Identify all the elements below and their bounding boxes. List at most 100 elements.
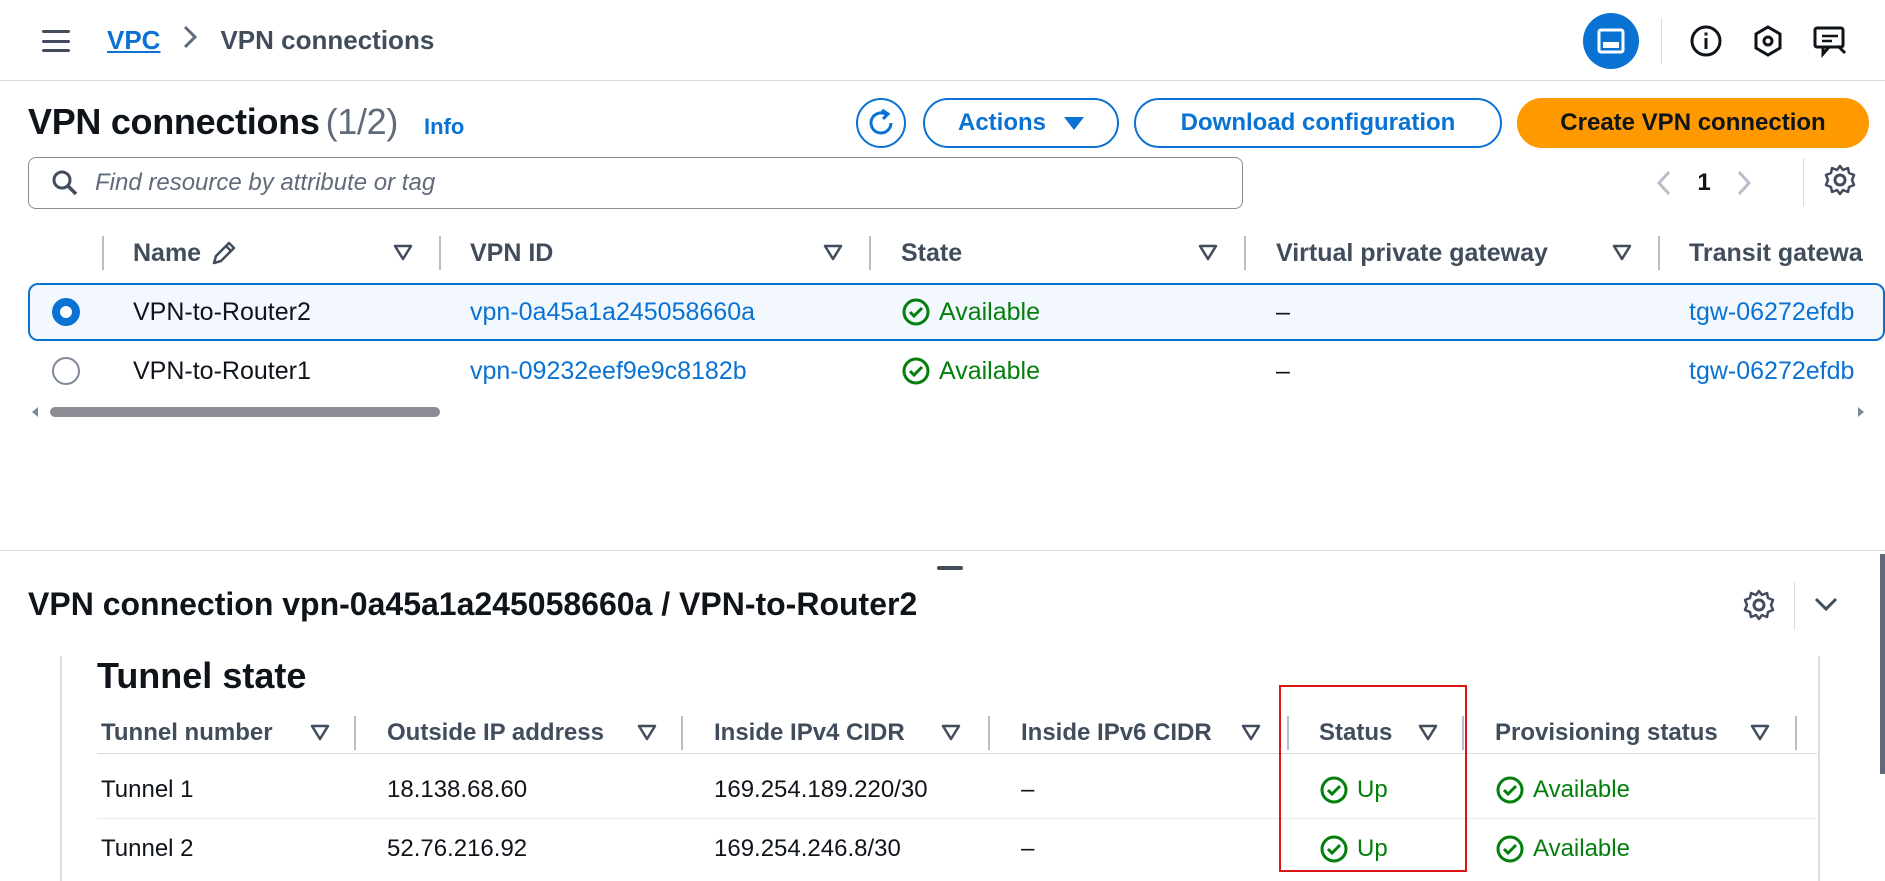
info-icon[interactable] xyxy=(1678,13,1734,69)
chevron-down-icon[interactable] xyxy=(1812,590,1840,623)
check-circle-icon xyxy=(1495,834,1525,864)
column-header-vpn-id[interactable]: VPN ID xyxy=(470,232,553,274)
provisioning-status: Available xyxy=(1495,761,1630,819)
menu-icon[interactable] xyxy=(40,27,72,55)
vertical-scrollbar[interactable] xyxy=(1880,554,1885,774)
row-vpn-id-link[interactable]: vpn-09232eef9e9c8182b xyxy=(470,342,747,400)
column-divider xyxy=(1658,236,1660,270)
actions-button[interactable]: Actions xyxy=(923,98,1119,148)
actions-label: Actions xyxy=(957,109,1046,136)
pagination: 1 xyxy=(1646,163,1762,203)
sort-icon[interactable] xyxy=(1750,724,1770,747)
row-name: VPN-to-Router1 xyxy=(133,356,311,385)
pencil-icon xyxy=(212,241,236,265)
inside-ipv4: 169.254.189.220/30 xyxy=(714,776,928,803)
horizontal-scrollbar[interactable] xyxy=(28,402,1868,422)
row-select-radio[interactable] xyxy=(52,357,80,385)
tunnel-table-header: Tunnel number Outside IP address Inside … xyxy=(97,712,1817,754)
selection-count: (1/2) xyxy=(325,101,399,142)
pager-divider xyxy=(1803,158,1804,206)
search-field[interactable] xyxy=(28,157,1243,209)
row-tgw-link[interactable]: tgw-06272efdb xyxy=(1689,283,1854,341)
column-divider xyxy=(1287,716,1289,750)
tunnel-status: Up xyxy=(1319,820,1388,878)
download-configuration-button[interactable]: Download configuration xyxy=(1134,98,1502,148)
column-header-name[interactable]: Name xyxy=(133,232,239,274)
chevron-right-icon[interactable] xyxy=(1726,163,1762,203)
row-tgw-link[interactable]: tgw-06272efdb xyxy=(1689,342,1854,400)
tunnel-row: Tunnel 1 18.138.68.60 169.254.189.220/30… xyxy=(97,761,1817,819)
panel-icon[interactable] xyxy=(1583,13,1639,69)
refresh-button[interactable] xyxy=(856,98,906,148)
tunnel-row: Tunnel 2 52.76.216.92 169.254.246.8/30 –… xyxy=(97,820,1817,878)
top-bar: VPC VPN connections xyxy=(0,0,1885,81)
column-header-vgw[interactable]: Virtual private gateway xyxy=(1276,232,1548,274)
column-header-inside-ipv6[interactable]: Inside IPv6 CIDR xyxy=(1021,712,1212,754)
split-panel-title: VPN connection vpn-0a45a1a245058660a / V… xyxy=(28,586,918,622)
inside-ipv4: 169.254.246.8/30 xyxy=(714,835,901,862)
provisioning-status: Available xyxy=(1495,820,1630,878)
table-row[interactable]: VPN-to-Router2 vpn-0a45a1a245058660a Ava… xyxy=(28,283,1885,341)
hexagon-icon[interactable] xyxy=(1740,13,1796,69)
outside-ip: 18.138.68.60 xyxy=(387,776,528,803)
state-text: Available xyxy=(939,356,1041,385)
split-panel-divider xyxy=(0,550,1885,551)
provisioning-text: Available xyxy=(1533,776,1630,803)
column-header-provisioning-status[interactable]: Provisioning status xyxy=(1495,712,1718,754)
gear-icon[interactable] xyxy=(1742,588,1776,627)
sort-icon[interactable] xyxy=(637,724,657,747)
scroll-right-arrow[interactable] xyxy=(1858,407,1864,417)
info-link[interactable]: Info xyxy=(424,114,464,140)
row-state: Available xyxy=(901,283,1040,341)
inside-ipv6: – xyxy=(1021,835,1035,862)
status-text: Up xyxy=(1357,776,1388,803)
row-vgw: – xyxy=(1276,356,1290,385)
row-vpn-id-link[interactable]: vpn-0a45a1a245058660a xyxy=(470,283,755,341)
scrollbar-thumb[interactable] xyxy=(50,407,440,417)
column-header-tgw[interactable]: Transit gatewa xyxy=(1689,232,1863,274)
check-circle-icon xyxy=(1495,775,1525,805)
page-number[interactable]: 1 xyxy=(1682,169,1726,197)
feedback-icon[interactable] xyxy=(1802,13,1858,69)
column-header-outside-ip[interactable]: Outside IP address xyxy=(387,712,604,754)
page-title: VPN connections (1/2) xyxy=(28,101,398,143)
breadcrumb: VPC VPN connections xyxy=(107,24,434,57)
toolbar-divider xyxy=(1661,18,1662,64)
sort-icon[interactable] xyxy=(941,724,961,747)
tunnel-status: Up xyxy=(1319,761,1388,819)
outside-ip: 52.76.216.92 xyxy=(387,835,528,862)
caret-down-icon xyxy=(1064,116,1084,130)
check-circle-icon xyxy=(1319,775,1349,805)
breadcrumb-vpc-link[interactable]: VPC xyxy=(107,25,160,56)
gear-icon[interactable] xyxy=(1823,163,1857,202)
table-row[interactable]: VPN-to-Router1 vpn-09232eef9e9c8182b Ava… xyxy=(28,342,1885,400)
row-select-radio[interactable] xyxy=(52,298,80,326)
column-divider xyxy=(354,716,356,750)
split-panel-resize-handle[interactable] xyxy=(937,566,963,570)
tunnel-number: Tunnel 1 xyxy=(101,776,194,803)
sort-icon[interactable] xyxy=(393,244,413,267)
column-header-status[interactable]: Status xyxy=(1319,712,1392,754)
column-divider xyxy=(1795,716,1797,750)
sort-icon[interactable] xyxy=(823,244,843,267)
status-text: Up xyxy=(1357,835,1388,862)
chevron-left-icon[interactable] xyxy=(1646,163,1682,203)
column-header-inside-ipv4[interactable]: Inside IPv4 CIDR xyxy=(714,712,905,754)
search-input[interactable] xyxy=(95,169,1195,197)
sort-icon[interactable] xyxy=(1241,724,1261,747)
sort-icon[interactable] xyxy=(1198,244,1218,267)
sort-icon[interactable] xyxy=(310,724,330,747)
tunnel-state-heading: Tunnel state xyxy=(97,655,307,696)
column-divider xyxy=(1244,236,1246,270)
sort-icon[interactable] xyxy=(1418,724,1438,747)
state-text: Available xyxy=(939,297,1041,326)
create-vpn-connection-button[interactable]: Create VPN connection xyxy=(1517,98,1869,148)
check-circle-icon xyxy=(901,356,931,386)
column-divider xyxy=(869,236,871,270)
refresh-icon xyxy=(869,108,893,135)
column-header-tunnel-number[interactable]: Tunnel number xyxy=(101,712,273,754)
split-panel-toolbar-divider xyxy=(1794,582,1795,630)
scroll-left-arrow[interactable] xyxy=(32,407,38,417)
column-header-state[interactable]: State xyxy=(901,232,962,274)
sort-icon[interactable] xyxy=(1612,244,1632,267)
